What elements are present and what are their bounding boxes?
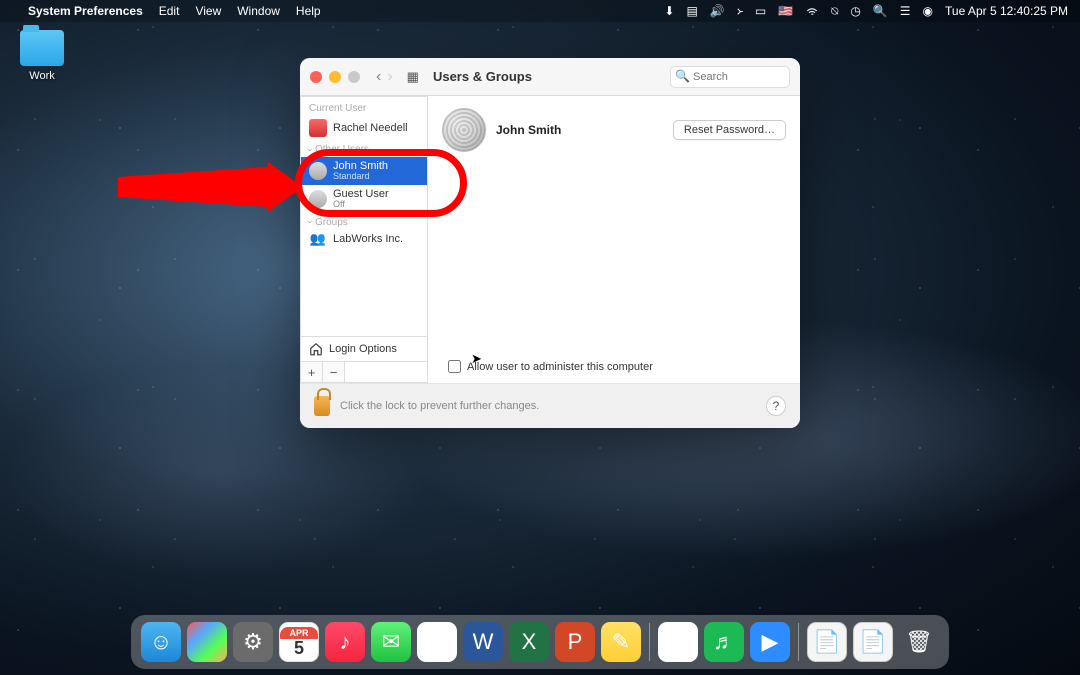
clock-icon[interactable]: ◷: [850, 4, 860, 18]
dock-document-icon[interactable]: 📄: [853, 622, 893, 662]
dock-calendar-icon[interactable]: APR5: [279, 622, 319, 662]
traffic-lights: [310, 71, 360, 83]
annotation-arrow-icon: [118, 162, 303, 212]
folder-icon: [20, 30, 64, 66]
dock-music-icon[interactable]: ♪: [325, 622, 365, 662]
dock-powerpoint-icon[interactable]: P: [555, 622, 595, 662]
wifi-icon[interactable]: [805, 4, 819, 18]
zoom-button[interactable]: [348, 71, 360, 83]
menubar-datetime[interactable]: Tue Apr 5 12:40:25 PM: [945, 4, 1068, 18]
avatar-icon: [309, 162, 327, 180]
remove-user-button[interactable]: −: [323, 362, 345, 382]
admin-checkbox[interactable]: [448, 360, 461, 373]
dock-separator: [649, 623, 650, 661]
control-center-icon[interactable]: ☰: [900, 4, 911, 18]
home-icon: [309, 342, 323, 356]
dock-settings-icon[interactable]: ⚙: [233, 622, 273, 662]
avatar-icon: [309, 119, 327, 137]
dock-launchpad-icon[interactable]: [187, 622, 227, 662]
avatar-icon: [309, 190, 327, 208]
show-all-icon[interactable]: ▦: [407, 69, 419, 85]
dock-separator: [798, 623, 799, 661]
users-sidebar: Current User Rachel Needell Other Users …: [300, 96, 428, 383]
menu-help[interactable]: Help: [296, 4, 321, 18]
sidebar-label-current: Current User: [301, 97, 427, 116]
window-titlebar[interactable]: ‹ › ▦ Users & Groups 🔍: [300, 58, 800, 96]
user-detail-pane: John Smith Reset Password… Allow user to…: [428, 96, 800, 383]
lock-icon[interactable]: [314, 396, 330, 416]
dock-zoom-icon[interactable]: ▶: [750, 622, 790, 662]
dock-finder-icon[interactable]: ☺: [141, 622, 181, 662]
spotlight-icon[interactable]: 🔍: [873, 4, 888, 18]
dock-word-icon[interactable]: W: [463, 622, 503, 662]
sidebar-item-label: Rachel Needell: [333, 122, 408, 134]
sidebar-item-john-smith[interactable]: John Smith Standard: [301, 157, 427, 185]
dropbox-icon[interactable]: ⬇: [664, 4, 674, 18]
dock-slack-icon[interactable]: ⁂: [658, 622, 698, 662]
desktop-folder-work[interactable]: Work: [10, 30, 74, 82]
user-avatar[interactable]: [442, 108, 486, 152]
login-options[interactable]: Login Options: [301, 336, 427, 361]
dock-document-icon[interactable]: 📄: [807, 622, 847, 662]
sidebar-item-current-user[interactable]: Rachel Needell: [301, 116, 427, 140]
menu-edit[interactable]: Edit: [159, 4, 180, 18]
flag-icon[interactable]: 🇺🇸: [778, 4, 793, 18]
sidebar-item-role: Off: [333, 200, 389, 210]
backup-icon[interactable]: ▤: [686, 4, 697, 18]
volume-icon[interactable]: 🔊: [710, 4, 725, 18]
battery-icon[interactable]: ▭: [755, 4, 766, 18]
dock-chrome-icon[interactable]: ◉: [417, 622, 457, 662]
sidebar-item-role: Standard: [333, 172, 388, 182]
back-button[interactable]: ‹: [376, 68, 381, 86]
dock-messages-icon[interactable]: ✉: [371, 622, 411, 662]
sidebar-label-other[interactable]: Other Users: [301, 140, 427, 157]
app-menu[interactable]: System Preferences: [28, 4, 143, 18]
add-user-button[interactable]: +: [301, 362, 323, 382]
dock: ☺ ⚙ APR5 ♪ ✉ ◉ W X P ✎ ⁂ ♬ ▶ 📄 📄 🗑: [131, 615, 949, 669]
close-button[interactable]: [310, 71, 322, 83]
dock-notes-icon[interactable]: ✎: [601, 622, 641, 662]
login-options-label: Login Options: [329, 343, 397, 355]
window-footer: Click the lock to prevent further change…: [300, 383, 800, 428]
menubar: System Preferences Edit View Window Help…: [0, 0, 1080, 22]
sidebar-item-guest-user[interactable]: Guest User Off: [301, 185, 427, 213]
sidebar-item-label: LabWorks Inc.: [333, 233, 403, 245]
dock-trash-icon[interactable]: 🗑: [899, 622, 939, 662]
search-icon: 🔍: [675, 69, 690, 83]
help-button[interactable]: ?: [766, 396, 786, 416]
dock-spotify-icon[interactable]: ♬: [704, 622, 744, 662]
dock-excel-icon[interactable]: X: [509, 622, 549, 662]
sidebar-item-group-labworks[interactable]: 👥 LabWorks Inc.: [301, 230, 427, 248]
users-groups-window: ‹ › ▦ Users & Groups 🔍 Current User Rach…: [300, 58, 800, 428]
sidebar-label-groups[interactable]: Groups: [301, 213, 427, 230]
menu-view[interactable]: View: [195, 4, 221, 18]
group-icon: 👥: [309, 233, 327, 245]
forward-button[interactable]: ›: [387, 68, 392, 86]
lock-hint-text: Click the lock to prevent further change…: [340, 400, 539, 412]
bluetooth-icon[interactable]: ᚛: [737, 4, 743, 18]
minimize-button[interactable]: [329, 71, 341, 83]
window-title: Users & Groups: [433, 69, 532, 84]
desktop-folder-label: Work: [10, 70, 74, 82]
reset-password-button[interactable]: Reset Password…: [673, 120, 786, 140]
user-name: John Smith: [496, 123, 561, 137]
user-icon[interactable]: ⍉: [831, 4, 838, 19]
admin-checkbox-label: Allow user to administer this computer: [467, 361, 653, 373]
menu-window[interactable]: Window: [237, 4, 280, 18]
siri-icon[interactable]: ◉: [923, 4, 933, 18]
